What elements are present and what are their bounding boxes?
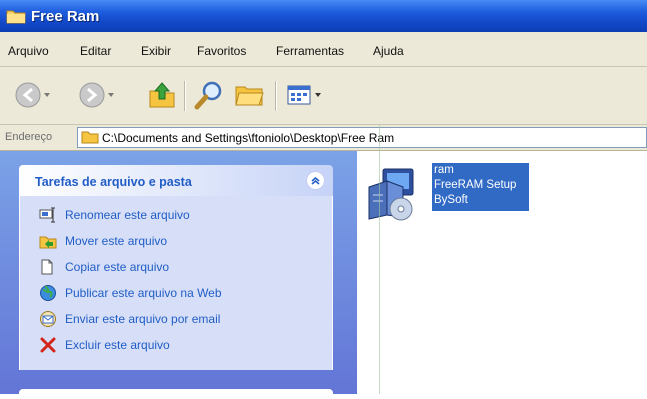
panel-title: Tarefas de arquivo e pasta: [35, 175, 192, 189]
copy-icon: [39, 258, 57, 279]
folder-icon: [6, 8, 26, 28]
file-description: FreeRAM Setup: [434, 179, 517, 191]
title-bar[interactable]: Free Ram: [0, 0, 647, 32]
menu-exibir[interactable]: Exibir: [141, 44, 171, 58]
address-bar: Endereço C:\Documents and Settings\ftoni…: [0, 125, 647, 151]
publish-web-icon: [39, 284, 57, 305]
menu-ferramentas[interactable]: Ferramentas: [276, 44, 344, 58]
window-title: Free Ram: [31, 8, 100, 25]
task-pane: Tarefas de arquivo e pasta Renomear este…: [0, 151, 357, 399]
email-icon: [39, 310, 57, 331]
file-tasks-panel: Tarefas de arquivo e pasta Renomear este…: [19, 165, 333, 370]
search-icon[interactable]: [193, 79, 225, 114]
rename-icon: [39, 206, 57, 227]
file-label-selected[interactable]: ram FreeRAM Setup BySoft: [432, 163, 529, 211]
address-label: Endereço: [5, 131, 53, 143]
task-rename[interactable]: Renomear este arquivo: [39, 206, 329, 224]
file-name: ram: [434, 164, 454, 176]
divider-line: [379, 125, 380, 394]
panel-body: Renomear este arquivo Mover este arquivo…: [19, 196, 333, 370]
address-path: C:\Documents and Settings\ftoniolo\Deskt…: [102, 131, 395, 145]
second-panel-header[interactable]: [19, 389, 333, 399]
menu-ajuda[interactable]: Ajuda: [373, 44, 404, 58]
up-folder-icon[interactable]: [146, 79, 178, 114]
task-publish-web[interactable]: Publicar este arquivo na Web: [39, 284, 329, 302]
toolbar: [0, 67, 647, 125]
panel-header[interactable]: Tarefas de arquivo e pasta: [19, 165, 333, 196]
task-label: Enviar este arquivo por email: [65, 312, 221, 326]
collapse-icon[interactable]: [306, 171, 325, 190]
back-icon[interactable]: [14, 79, 52, 114]
menu-arquivo[interactable]: Arquivo: [8, 44, 49, 58]
menu-editar[interactable]: Editar: [80, 44, 111, 58]
menu-bar: Arquivo Editar Exibir Favoritos Ferramen…: [0, 32, 647, 67]
task-delete[interactable]: Excluir este arquivo: [39, 336, 329, 354]
menu-favoritos[interactable]: Favoritos: [197, 44, 246, 58]
task-copy[interactable]: Copiar este arquivo: [39, 258, 329, 276]
task-label: Publicar este arquivo na Web: [65, 286, 222, 300]
address-input[interactable]: C:\Documents and Settings\ftoniolo\Deskt…: [77, 127, 647, 148]
forward-icon[interactable]: [78, 79, 116, 114]
folders-icon[interactable]: [233, 79, 267, 114]
file-list-area: ram FreeRAM Setup BySoft: [357, 151, 647, 394]
folder-icon: [81, 130, 99, 147]
task-email[interactable]: Enviar este arquivo por email: [39, 310, 329, 328]
task-label: Copiar este arquivo: [65, 260, 170, 274]
task-label: Excluir este arquivo: [65, 338, 170, 352]
file-company: BySoft: [434, 194, 468, 206]
views-icon[interactable]: [285, 79, 325, 114]
task-label: Mover este arquivo: [65, 234, 168, 248]
task-move[interactable]: Mover este arquivo: [39, 232, 329, 250]
move-icon: [39, 232, 57, 253]
setup-file-icon[interactable]: [365, 165, 429, 224]
task-label: Renomear este arquivo: [65, 208, 190, 222]
delete-icon: [39, 336, 57, 357]
